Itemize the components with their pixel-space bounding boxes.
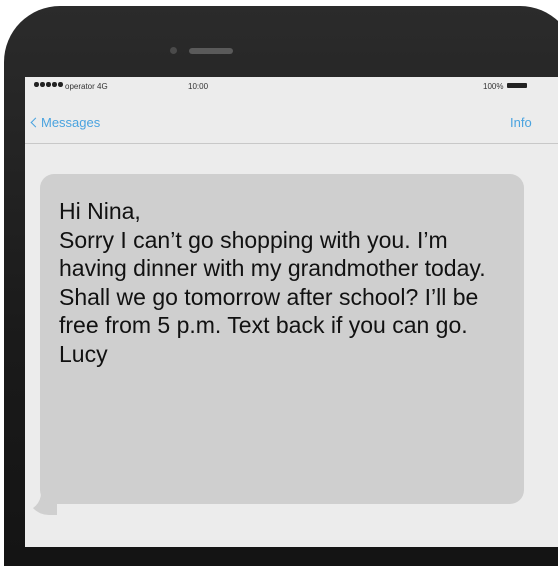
back-button[interactable]: Messages <box>30 115 100 130</box>
message-text: Hi Nina, Sorry I can’t go shopping with … <box>59 198 486 367</box>
speaker-grille <box>189 48 233 54</box>
status-bar: operator 4G 10:00 100% <box>25 77 558 101</box>
back-button-label: Messages <box>41 115 101 130</box>
phone-screen: operator 4G 10:00 100% Messages Info Hi … <box>25 77 558 547</box>
battery-percent: 100% <box>483 82 504 91</box>
camera-icon <box>170 47 177 54</box>
battery-icon <box>507 83 527 88</box>
chevron-left-icon <box>30 117 41 128</box>
nav-bar: Messages Info <box>25 101 558 144</box>
status-time: 10:00 <box>188 82 209 91</box>
signal-strength-icon <box>34 82 63 87</box>
info-button[interactable]: Info <box>510 115 532 130</box>
carrier-label: operator 4G <box>65 82 108 91</box>
